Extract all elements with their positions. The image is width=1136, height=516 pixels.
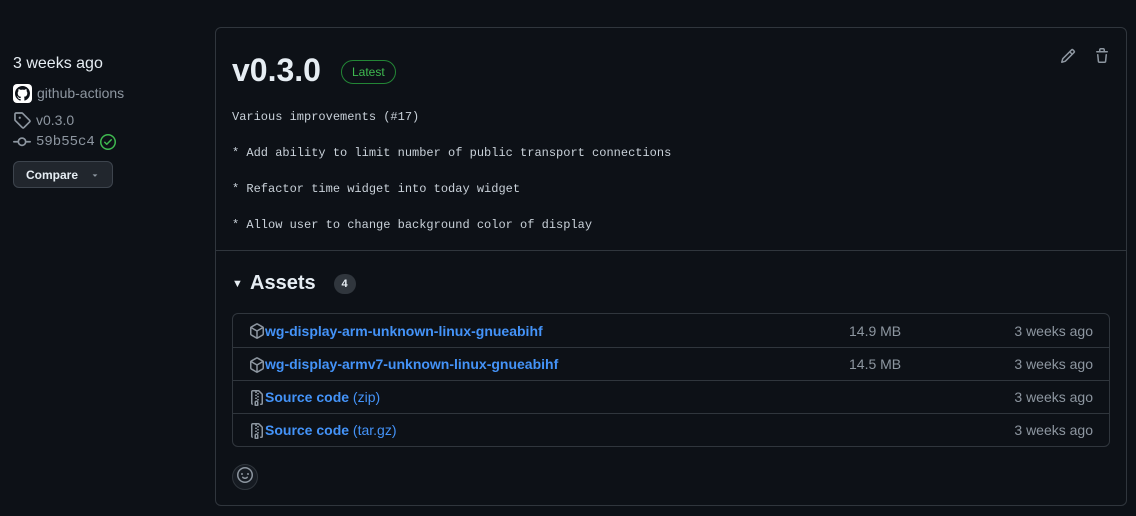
tag-name: v0.3.0 [36, 112, 75, 128]
release-note-line: * Refactor time widget into today widget [232, 182, 521, 196]
git-commit-icon [13, 133, 31, 151]
triangle-down-icon [90, 170, 100, 180]
release-notes: Various improvements (#17) * Add ability… [232, 108, 1092, 252]
asset-row: Source code (tar.gz) 3 weeks ago [233, 413, 1109, 446]
asset-size: 14.5 MB [849, 356, 902, 372]
asset-row: wg-display-arm-unknown-linux-gnueabihf 1… [233, 314, 1109, 347]
release-author[interactable]: github-actions [13, 82, 193, 104]
release-note-line: * Add ability to limit number of public … [232, 146, 672, 160]
release-title[interactable]: v0.3.0 [232, 50, 321, 90]
package-icon [249, 357, 265, 378]
release-commit[interactable]: 59b55c4 [13, 132, 193, 152]
asset-name: Source code [265, 422, 350, 438]
asset-date: 3 weeks ago [1014, 356, 1093, 372]
asset-download-link[interactable]: Source code (zip) [265, 389, 380, 405]
package-icon [249, 323, 265, 344]
release-note-line: Various improvements (#17) [232, 110, 420, 124]
commit-sha: 59b55c4 [36, 134, 95, 150]
pencil-icon[interactable] [1060, 48, 1076, 69]
asset-name: wg-display-armv7-unknown-linux-gnueabihf [265, 356, 559, 372]
author-name: github-actions [37, 85, 125, 101]
compare-label: Compare [26, 167, 79, 182]
asset-row: Source code (zip) 3 weeks ago [233, 380, 1109, 413]
asset-date: 3 weeks ago [1014, 389, 1093, 405]
asset-suffix: (zip) [352, 389, 381, 405]
release-sidebar: 3 weeks ago github-actions v0.3.0 59b55c… [13, 52, 193, 188]
asset-suffix: (tar.gz) [352, 422, 397, 438]
caret-down-icon[interactable]: ▼ [232, 278, 250, 290]
assets-header[interactable]: ▼ Assets 4 [232, 272, 356, 295]
asset-name: Source code [265, 389, 350, 405]
asset-download-link[interactable]: wg-display-armv7-unknown-linux-gnueabihf [265, 356, 558, 372]
add-reaction-button[interactable] [232, 464, 258, 490]
asset-download-link[interactable]: wg-display-arm-unknown-linux-gnueabihf [265, 323, 543, 339]
release-time: 3 weeks ago [13, 55, 103, 72]
tag-icon [13, 111, 31, 129]
asset-download-link[interactable]: Source code (tar.gz) [265, 422, 397, 438]
release-card: v0.3.0 Latest Various improvements (#17)… [215, 27, 1127, 506]
github-mark-icon [13, 83, 32, 103]
assets-count-badge: 4 [333, 273, 356, 294]
release-header: v0.3.0 Latest [232, 50, 396, 90]
file-zip-icon [249, 423, 265, 444]
file-zip-icon [249, 390, 265, 411]
check-circle-icon [99, 134, 116, 150]
asset-date: 3 weeks ago [1014, 322, 1093, 339]
trash-icon[interactable] [1094, 48, 1110, 69]
smiley-icon [237, 466, 253, 488]
release-page: 3 weeks ago github-actions v0.3.0 59b55c… [0, 0, 1136, 516]
asset-name: wg-display-arm-unknown-linux-gnueabihf [265, 322, 543, 339]
compare-button[interactable]: Compare [13, 161, 114, 188]
assets-title: Assets [250, 272, 316, 294]
asset-size: 14.9 MB [849, 322, 902, 339]
release-tag[interactable]: v0.3.0 [13, 110, 193, 130]
latest-badge: Latest [340, 60, 396, 84]
asset-row: wg-display-armv7-unknown-linux-gnueabihf… [233, 347, 1109, 380]
asset-date: 3 weeks ago [1014, 422, 1093, 438]
release-note-line: * Allow user to change background color … [232, 218, 593, 232]
assets-list: wg-display-arm-unknown-linux-gnueabihf 1… [232, 313, 1110, 447]
release-actions [1060, 48, 1110, 69]
section-divider [216, 250, 1126, 251]
